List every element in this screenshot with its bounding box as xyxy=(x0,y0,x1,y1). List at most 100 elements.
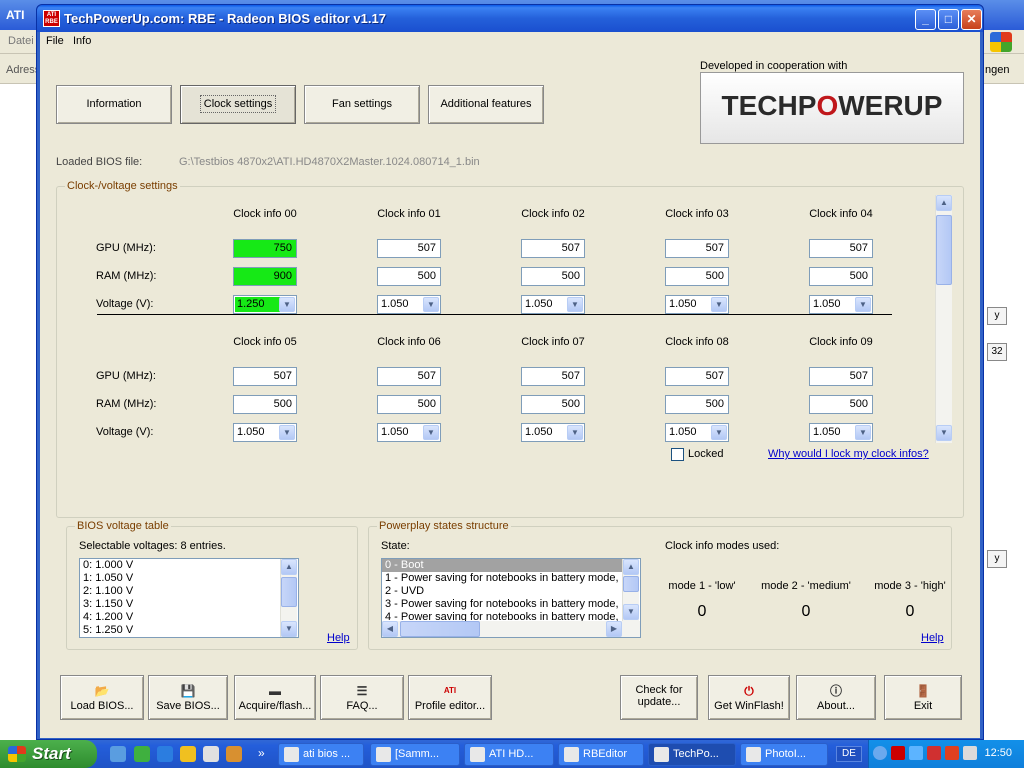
scroll-up-icon[interactable]: ▲ xyxy=(281,559,297,575)
scroll-down-icon[interactable]: ▼ xyxy=(936,425,952,441)
taskbar-item[interactable]: ATI HD... xyxy=(464,743,554,766)
menu-info[interactable]: Info xyxy=(73,35,91,47)
voltage-select[interactable]: 1.050 ▼ xyxy=(809,295,873,314)
list-item[interactable]: 5: 1.250 V xyxy=(80,624,298,637)
list-item[interactable]: 3: 1.150 V xyxy=(80,598,298,611)
scroll-down-icon[interactable]: ▼ xyxy=(623,604,639,620)
chevron-down-icon[interactable]: ▼ xyxy=(855,425,871,440)
gpu-clock-input[interactable]: 507 xyxy=(809,239,873,258)
load-bios-button[interactable]: 📂 Load BIOS... xyxy=(60,675,144,720)
voltage-select[interactable]: 1.050 ▼ xyxy=(809,423,873,442)
tray-expand-icon[interactable] xyxy=(873,746,887,760)
acquire-flash-button[interactable]: ▬ Acquire/flash... xyxy=(234,675,316,720)
tab-clock-settings[interactable]: Clock settings xyxy=(180,85,296,124)
ram-clock-input[interactable]: 500 xyxy=(809,267,873,286)
state-scrollbar[interactable]: ▲ ▼ xyxy=(622,559,639,621)
voltage-help-link[interactable]: Help xyxy=(327,632,350,644)
quicklaunch-icon[interactable] xyxy=(203,746,219,762)
list-item[interactable]: 0 - Boot xyxy=(382,559,622,572)
scroll-right-icon[interactable]: ▶ xyxy=(606,621,622,637)
scroll-left-icon[interactable]: ◀ xyxy=(382,621,398,637)
chevron-down-icon[interactable]: ▼ xyxy=(711,297,727,312)
techpowerup-logo[interactable]: TECHPOWERUP xyxy=(700,72,964,144)
background-side-button[interactable]: y xyxy=(987,550,1007,568)
scroll-up-icon[interactable]: ▲ xyxy=(623,559,639,575)
about-button[interactable]: ⓘ About... xyxy=(796,675,876,720)
voltage-select[interactable]: 1.250 ▼ xyxy=(233,295,297,314)
state-hscrollbar[interactable]: ◀ ▶ xyxy=(382,621,640,637)
tray-volume-icon[interactable] xyxy=(963,746,977,760)
maximize-button[interactable]: □ xyxy=(938,9,959,30)
list-item[interactable]: 1: 1.050 V xyxy=(80,572,298,585)
voltage-scrollbar[interactable]: ▲ ▼ xyxy=(280,559,297,637)
chevron-down-icon[interactable]: ▼ xyxy=(423,297,439,312)
gpu-clock-input[interactable]: 507 xyxy=(665,239,729,258)
locked-checkbox[interactable] xyxy=(671,448,684,461)
minimize-button[interactable]: _ xyxy=(915,9,936,30)
taskbar-item[interactable]: RBEditor xyxy=(558,743,644,766)
gpu-clock-input[interactable]: 507 xyxy=(377,239,441,258)
language-indicator[interactable]: DE xyxy=(836,746,862,762)
clock-scrollbar[interactable]: ▲ ▼ xyxy=(935,195,952,443)
ram-clock-input[interactable]: 900 xyxy=(233,267,297,286)
quicklaunch-icon[interactable] xyxy=(110,746,126,762)
start-button[interactable]: Start xyxy=(0,740,97,768)
gpu-clock-input[interactable]: 507 xyxy=(377,367,441,386)
ram-clock-input[interactable]: 500 xyxy=(665,395,729,414)
tray-shield-icon[interactable] xyxy=(927,746,941,760)
ram-clock-input[interactable]: 500 xyxy=(377,395,441,414)
list-item[interactable]: 1 - Power saving for notebooks in batter… xyxy=(382,572,622,585)
ram-clock-input[interactable]: 500 xyxy=(521,395,585,414)
scroll-thumb[interactable] xyxy=(281,577,297,607)
quicklaunch-icon[interactable] xyxy=(134,746,150,762)
list-item[interactable]: 2: 1.100 V xyxy=(80,585,298,598)
gpu-clock-input[interactable]: 507 xyxy=(233,367,297,386)
tab-additional-features[interactable]: Additional features xyxy=(428,85,544,124)
check-for-update-button[interactable]: Check for update... xyxy=(620,675,698,720)
voltage-select[interactable]: 1.050 ▼ xyxy=(665,295,729,314)
taskbar-item[interactable]: [Samm... xyxy=(370,743,460,766)
chevron-down-icon[interactable]: ▼ xyxy=(567,297,583,312)
voltage-select[interactable]: 1.050 ▼ xyxy=(377,295,441,314)
gpu-clock-input[interactable]: 507 xyxy=(665,367,729,386)
scroll-up-icon[interactable]: ▲ xyxy=(936,195,952,211)
quicklaunch-icon[interactable] xyxy=(180,746,196,762)
voltage-select[interactable]: 1.050 ▼ xyxy=(665,423,729,442)
chevron-right-icon[interactable]: » xyxy=(258,746,265,760)
chevron-down-icon[interactable]: ▼ xyxy=(567,425,583,440)
ram-clock-input[interactable]: 500 xyxy=(809,395,873,414)
chevron-down-icon[interactable]: ▼ xyxy=(279,425,295,440)
save-bios-button[interactable]: 💾 Save BIOS... xyxy=(148,675,228,720)
tray-antivirus-icon[interactable] xyxy=(945,746,959,760)
scroll-down-icon[interactable]: ▼ xyxy=(281,621,297,637)
ram-clock-input[interactable]: 500 xyxy=(233,395,297,414)
exit-button[interactable]: 🚪 Exit xyxy=(884,675,962,720)
tray-rbe-icon[interactable] xyxy=(891,746,905,760)
powerplay-help-link[interactable]: Help xyxy=(921,632,944,644)
faq-button[interactable]: ☰ FAQ... xyxy=(320,675,404,720)
background-side-button[interactable]: 32 xyxy=(987,343,1007,361)
close-button[interactable]: ✕ xyxy=(961,9,982,30)
list-item[interactable]: 0: 1.000 V xyxy=(80,559,298,572)
ram-clock-input[interactable]: 500 xyxy=(665,267,729,286)
scroll-thumb[interactable] xyxy=(400,621,480,637)
menu-file[interactable]: File xyxy=(46,35,64,47)
gpu-clock-input[interactable]: 750 xyxy=(233,239,297,258)
window-titlebar[interactable]: ATI RBE TechPowerUp.com: RBE - Radeon BI… xyxy=(37,5,983,32)
gpu-clock-input[interactable]: 507 xyxy=(521,367,585,386)
get-winflash-button[interactable]: ⏻ Get WinFlash! xyxy=(708,675,790,720)
list-item[interactable]: 2 - UVD xyxy=(382,585,622,598)
quicklaunch-icon[interactable] xyxy=(157,746,173,762)
chevron-down-icon[interactable]: ▼ xyxy=(855,297,871,312)
ram-clock-input[interactable]: 500 xyxy=(521,267,585,286)
scroll-thumb[interactable] xyxy=(623,576,639,592)
taskbar-item[interactable]: ati bios ... xyxy=(278,743,364,766)
voltage-select[interactable]: 1.050 ▼ xyxy=(521,423,585,442)
chevron-down-icon[interactable]: ▼ xyxy=(423,425,439,440)
background-menu-datei[interactable]: Datei xyxy=(8,35,34,47)
background-side-button[interactable]: y xyxy=(987,307,1007,325)
taskbar-item[interactable]: PhotoI... xyxy=(740,743,828,766)
chevron-down-icon[interactable]: ▼ xyxy=(711,425,727,440)
voltage-select[interactable]: 1.050 ▼ xyxy=(377,423,441,442)
scroll-thumb[interactable] xyxy=(936,215,952,285)
